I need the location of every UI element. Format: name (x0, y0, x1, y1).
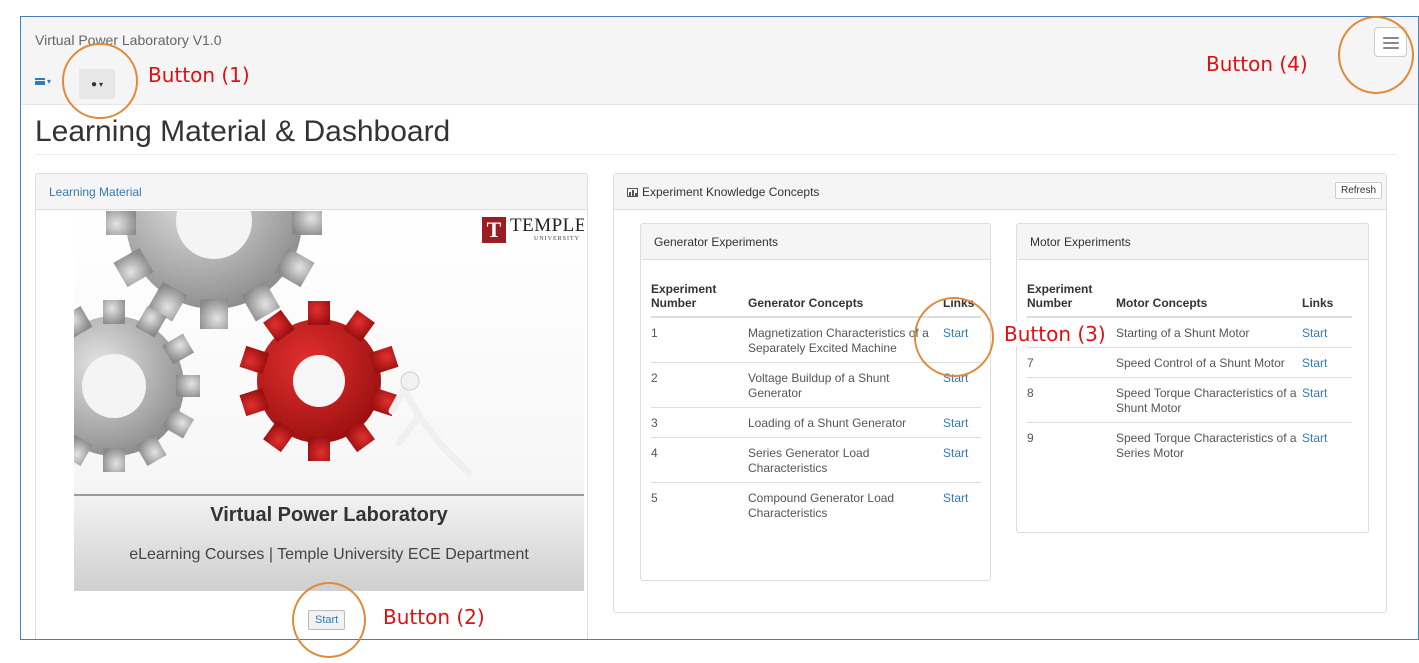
concept-name: Voltage Buildup of a Shunt Generator (748, 362, 943, 408)
button-1-highlight (62, 43, 138, 119)
table-row: 7 Speed Control of a Shunt Motor Start (1027, 347, 1352, 378)
start-link[interactable]: Start (943, 482, 981, 527)
banner-subtitle: eLearning Courses | Temple University EC… (129, 546, 529, 563)
start-link[interactable]: Start (943, 437, 981, 483)
learning-material-heading[interactable]: Learning Material (36, 174, 587, 210)
menu-icon (35, 77, 45, 85)
brand-title[interactable]: Virtual Power Laboratory V1.0 (35, 32, 222, 48)
page-title: Learning Material & Dashboard (35, 115, 451, 148)
experiment-number: 4 (651, 437, 748, 483)
table-row: 5 Compound Generator Load Characteristic… (651, 482, 981, 527)
col-experiment-number: Experiment Number (1027, 278, 1116, 318)
button-3-highlight (914, 297, 994, 377)
start-link[interactable]: Start (1302, 317, 1352, 348)
experiment-number: 5 (651, 482, 748, 527)
refresh-button[interactable]: Refresh (1334, 182, 1382, 199)
concept-name: Series Generator Load Characteristics (748, 437, 943, 483)
concept-name: Speed Torque Characteristics of a Series… (1116, 422, 1302, 467)
concept-name: Speed Torque Characteristics of a Shunt … (1116, 377, 1302, 423)
experiment-number: 9 (1027, 422, 1116, 467)
motor-experiments-panel: Motor Experiments Experiment Number Motor… (1016, 223, 1369, 533)
experiment-number: 1 (651, 326, 658, 340)
generator-experiments-heading: Generator Experiments (641, 224, 990, 260)
experiment-number: 2 (651, 362, 748, 408)
button-2-annotation: Button (2) (383, 605, 485, 629)
course-banner-image: T TEMPLE UNIVERSITY Virtual Power Labora… (74, 211, 584, 591)
motor-experiments-heading: Motor Experiments (1017, 224, 1368, 260)
experiment-number: 8 (1027, 377, 1116, 423)
col-experiment-number: Experiment Number (651, 278, 748, 318)
start-link[interactable]: Start (1302, 347, 1352, 378)
concept-name: Starting of a Shunt Motor (1116, 326, 1250, 340)
button-3-annotation: Button (3) (1004, 322, 1106, 346)
table-row: 3 Loading of a Shunt Generator Start (651, 407, 981, 438)
bar-chart-icon (627, 188, 638, 197)
table-row: 8 Speed Torque Characteristics of a Shun… (1027, 377, 1352, 423)
app-window: Virtual Power Laboratory V1.0 ▾ ● ▾ Learn… (20, 16, 1419, 640)
start-link[interactable]: Start (1302, 422, 1352, 467)
menu-dropdown-button[interactable]: ▾ (35, 75, 61, 93)
divider (35, 154, 1397, 155)
table-row: 4 Series Generator Load Characteristics … (651, 437, 981, 483)
start-link[interactable]: Start (1302, 377, 1352, 423)
col-links: Links (1302, 278, 1352, 318)
motor-table: ExperimentNumber Motor Concepts Links 6 … (1027, 278, 1352, 467)
button-4-annotation: Button (4) (1206, 52, 1308, 76)
gears-illustration (74, 211, 473, 477)
generator-experiments-panel: Generator Experiments Experiment Number G… (640, 223, 991, 581)
start-link[interactable]: Start (943, 407, 981, 438)
concept-name: Loading of a Shunt Generator (748, 407, 943, 438)
banner-title: Virtual Power Laboratory (210, 504, 448, 526)
experiment-concepts-heading: Experiment Knowledge Concepts Refresh (614, 174, 1386, 210)
concept-name: Compound Generator Load Characteristics (748, 482, 943, 527)
experiment-number: 3 (651, 407, 748, 438)
col-motor-concepts: Motor Concepts (1116, 278, 1302, 318)
button-1-annotation: Button (1) (148, 63, 250, 87)
col-generator-concepts: Generator Concepts (748, 278, 943, 318)
table-row: 9 Speed Torque Characteristics of a Seri… (1027, 422, 1352, 467)
caret-down-icon: ▾ (47, 77, 52, 86)
experiment-number: 7 (1027, 347, 1116, 378)
concept-name: Speed Control of a Shunt Motor (1116, 347, 1302, 378)
button-2-highlight (292, 582, 366, 658)
button-4-highlight (1338, 16, 1414, 94)
experiment-concepts-panel: Experiment Knowledge Concepts Refresh Ge… (613, 173, 1387, 613)
learning-material-panel: Learning Material T TEMPLE UNIVERSITY Vi… (35, 173, 588, 639)
